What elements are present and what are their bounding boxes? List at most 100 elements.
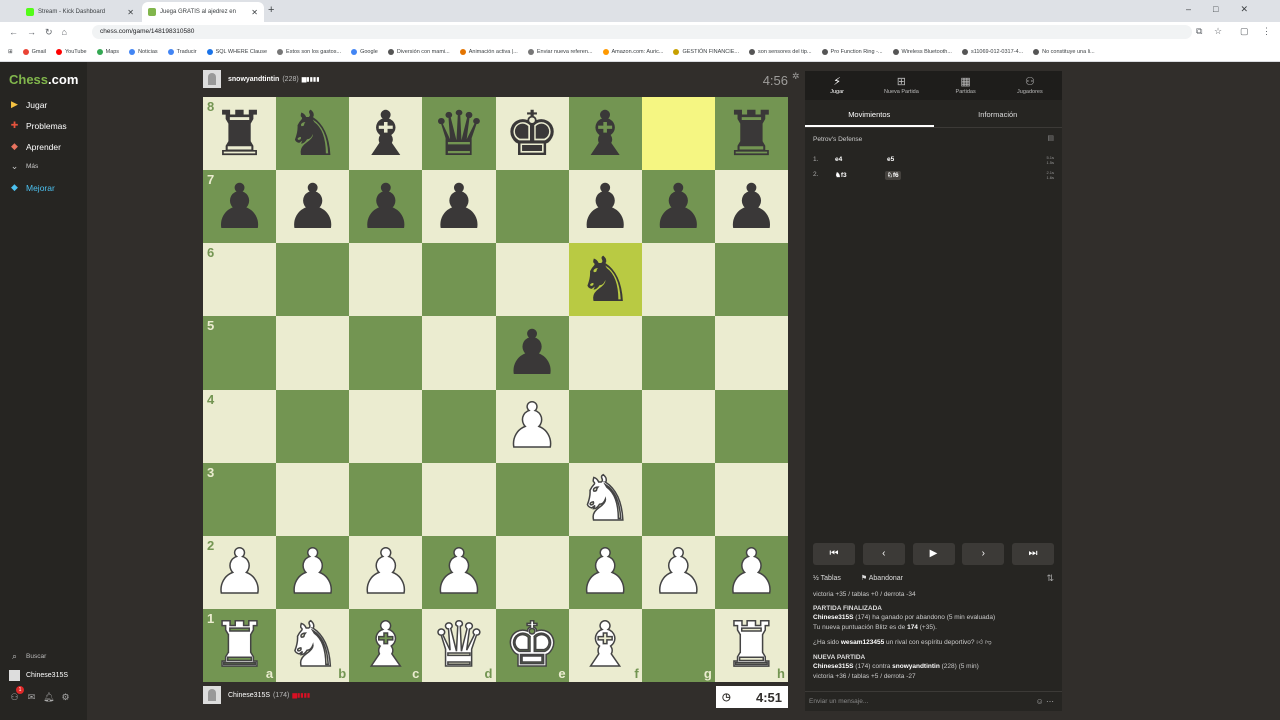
board-square[interactable]: ♞︎ xyxy=(568,462,642,536)
board-square[interactable]: b ♞︎ xyxy=(276,608,350,682)
board-square[interactable] xyxy=(349,462,423,536)
board-square[interactable]: 7 ♟︎ xyxy=(203,170,277,244)
bookmark-item[interactable]: GESTIÓN FINANCIE... xyxy=(673,48,739,55)
board-square[interactable]: f ♝︎ xyxy=(568,608,642,682)
black-pawn-piece[interactable]: ♟︎ xyxy=(651,175,707,238)
bookmark-item[interactable]: Traducir xyxy=(167,48,197,55)
board-square[interactable]: c ♝︎ xyxy=(349,608,423,682)
bookmark-item[interactable]: Enviar nueva referen... xyxy=(527,48,593,55)
board-square[interactable] xyxy=(641,389,715,463)
board-square[interactable]: 4 xyxy=(203,389,277,463)
black-rook-piece[interactable]: ♜︎ xyxy=(724,102,780,165)
home-icon[interactable]: ⌂ xyxy=(62,27,67,37)
board-square[interactable] xyxy=(495,535,569,609)
bookmark-item[interactable]: Amazon.com: Auric... xyxy=(602,48,663,55)
thumbs-down-icon[interactable]: 👎︎ xyxy=(985,639,992,646)
board-square[interactable]: ♛︎ xyxy=(422,97,496,171)
board-square[interactable] xyxy=(714,462,788,536)
extensions-icon[interactable]: ▢ xyxy=(1240,26,1249,37)
bookmark-item[interactable]: Animación activa |... xyxy=(459,48,518,55)
board-square[interactable]: 6 xyxy=(203,243,277,317)
window-controls[interactable]: –□✕ xyxy=(1186,4,1270,15)
black-knight-piece[interactable]: ♞︎ xyxy=(285,102,341,165)
black-pawn-piece[interactable]: ♟︎ xyxy=(212,175,268,238)
white-pawn-piece[interactable]: ♟︎ xyxy=(284,540,341,604)
avatar[interactable] xyxy=(203,686,221,704)
board-square[interactable]: ♝︎ xyxy=(568,97,642,171)
white-pawn-piece[interactable]: ♟︎ xyxy=(650,540,707,604)
board-square[interactable] xyxy=(276,462,350,536)
resign-button[interactable]: ⚑ Abandonar xyxy=(861,574,913,582)
white-bishop-piece[interactable]: ♝︎ xyxy=(577,613,634,677)
sidebar-item-problemas[interactable]: ✚ Problemas xyxy=(9,120,67,131)
board-square[interactable] xyxy=(349,243,423,317)
board-square[interactable] xyxy=(641,462,715,536)
white-rook-piece[interactable]: ♜︎ xyxy=(211,613,268,677)
bell-icon[interactable]: 🔔︎ xyxy=(43,692,54,703)
board-square[interactable] xyxy=(495,243,569,317)
black-king-piece[interactable]: ♚︎ xyxy=(504,102,560,165)
last-move-button[interactable]: ⏭ xyxy=(1012,543,1054,565)
white-pawn-piece[interactable]: ♟︎ xyxy=(211,540,268,604)
install-icon[interactable]: ⧉ xyxy=(1196,26,1202,37)
mail-icon[interactable]: ✉ xyxy=(26,692,37,703)
board-square[interactable]: ♟︎ xyxy=(276,170,350,244)
bookmark-item[interactable]: Gmail xyxy=(22,48,46,55)
board-square[interactable] xyxy=(714,389,788,463)
white-knight-piece[interactable]: ♞︎ xyxy=(577,467,634,531)
board-square[interactable]: ♟︎ xyxy=(641,535,715,609)
board-square[interactable]: ♟︎ xyxy=(641,170,715,244)
bookmark-item[interactable]: Pro Function Ring -... xyxy=(821,48,883,55)
white-knight-piece[interactable]: ♞︎ xyxy=(284,613,341,677)
white-pawn-piece[interactable]: ♟︎ xyxy=(430,540,487,604)
board-square[interactable]: ♟︎ xyxy=(422,170,496,244)
avatar[interactable] xyxy=(203,70,221,88)
board-square[interactable]: ♟︎ xyxy=(714,535,788,609)
board-square[interactable] xyxy=(714,316,788,390)
next-move-button[interactable]: › xyxy=(962,543,1005,565)
board-square[interactable]: ♟︎ xyxy=(495,316,569,390)
board-square[interactable]: ♟︎ xyxy=(568,170,642,244)
user-profile[interactable]: Chinese315S xyxy=(9,670,68,681)
black-pawn-piece[interactable]: ♟︎ xyxy=(358,175,414,238)
white-bishop-piece[interactable]: ♝︎ xyxy=(357,613,414,677)
board-square[interactable]: 8 ♜︎ xyxy=(203,97,277,171)
chess-board[interactable]: 8 ♜︎ ♞︎ ♝︎ ♛︎ ♚︎ ♝︎ ♜︎ 7 ♟︎ ♟︎ ♟︎ ♟︎ ♟︎ ♟︎ ♟︎ 6 ♞︎ 5 ♟︎ 4 ♟︎ 3… xyxy=(203,97,788,682)
tab-jugadores[interactable]: ⚇ Jugadores xyxy=(998,71,1062,100)
bookmark-item[interactable]: Google xyxy=(351,48,378,55)
board-square[interactable] xyxy=(568,389,642,463)
settings-icon[interactable]: ⚙ xyxy=(60,692,71,703)
close-icon[interactable]: ✕ xyxy=(251,8,258,17)
black-pawn-piece[interactable]: ♟︎ xyxy=(285,175,341,238)
board-square[interactable] xyxy=(276,243,350,317)
sidebar-item-jugar[interactable]: ▶ Jugar xyxy=(9,99,47,110)
thumbs-up-icon[interactable]: 👍︎ xyxy=(976,639,983,646)
board-square[interactable]: ♟︎ xyxy=(714,170,788,244)
close-icon[interactable]: ✕ xyxy=(127,8,134,17)
bookmark-item[interactable]: No constituye una li... xyxy=(1033,48,1095,55)
white-pawn-piece[interactable]: ♟︎ xyxy=(504,394,561,458)
play-button[interactable]: ▶ xyxy=(912,543,955,565)
tab-kick[interactable]: Stream - Kick Dashboard ✕ xyxy=(20,2,140,22)
board-square[interactable] xyxy=(641,316,715,390)
board-square[interactable]: ♞︎ xyxy=(276,97,350,171)
draw-button[interactable]: ½ Tablas xyxy=(813,575,851,582)
tab-chess[interactable]: Juega GRATIS al ajedrez en ✕ xyxy=(142,2,264,22)
bookmark-item[interactable]: s11069-012-0317-4... xyxy=(961,48,1023,55)
sidebar-item-mas[interactable]: ⌄ Más xyxy=(9,161,39,172)
player-name[interactable]: snowyandtintin xyxy=(228,76,279,83)
url-input[interactable]: chess.com/game/148198310580 xyxy=(92,25,1192,39)
board-square[interactable] xyxy=(714,243,788,317)
black-queen-piece[interactable]: ♛︎ xyxy=(431,102,487,165)
menu-icon[interactable]: ⋮ xyxy=(1262,26,1271,37)
first-move-button[interactable]: ⏮ xyxy=(813,543,855,565)
board-square[interactable]: h ♜︎ xyxy=(714,608,788,682)
search-button[interactable]: ⌕ Buscar xyxy=(9,651,46,662)
board-square[interactable] xyxy=(495,170,569,244)
opening-name[interactable]: Petrov's Defense xyxy=(813,136,862,143)
star-icon[interactable]: ☆ xyxy=(1214,26,1222,37)
board-square[interactable]: ♝︎ xyxy=(349,97,423,171)
bookmark-item[interactable]: Wireless Bluetooth... xyxy=(892,48,952,55)
board-square[interactable]: 3 xyxy=(203,462,277,536)
board-square[interactable] xyxy=(422,389,496,463)
